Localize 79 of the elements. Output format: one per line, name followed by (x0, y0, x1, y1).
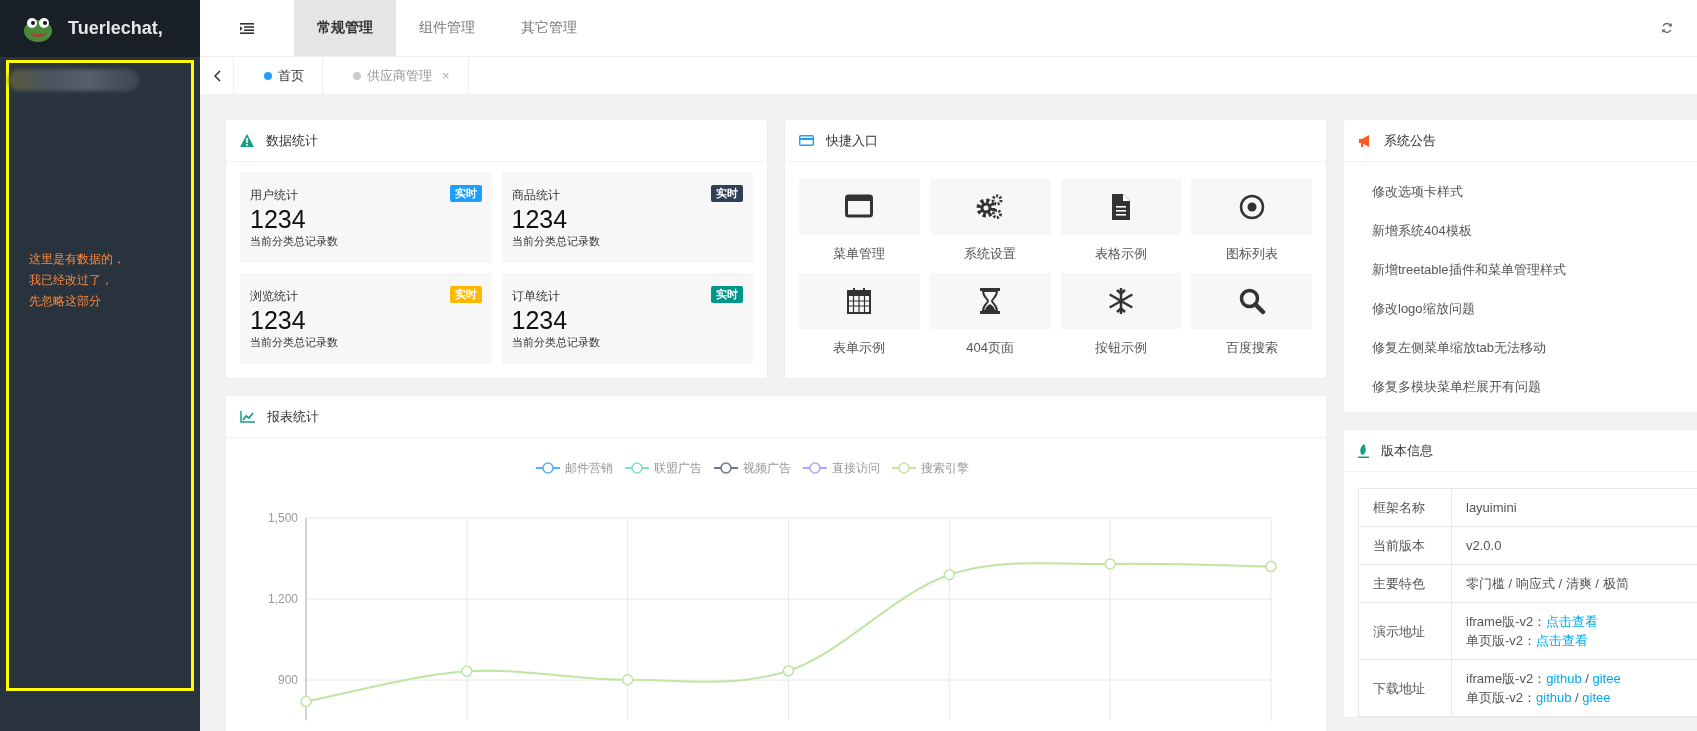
menu-icon[interactable] (240, 22, 254, 34)
notice-item[interactable]: 修改logo缩放问题 (1372, 299, 1697, 318)
realtime-badge: 实时 (449, 286, 482, 303)
data-point (943, 568, 956, 581)
data-point (1104, 558, 1116, 570)
data-point (1265, 560, 1277, 573)
cell-text: 单页版-v2： (1466, 633, 1537, 648)
stat-caption: 当前分类总记录数 (511, 234, 600, 249)
data-point (782, 665, 795, 677)
megaphone-icon (1358, 134, 1372, 147)
status-dot (264, 71, 272, 80)
table-cell: 下载地址 (1358, 659, 1452, 717)
table-cell: 当前版本 (1358, 526, 1452, 565)
card-title: 数据统计 (266, 131, 318, 150)
sidebar-note: 这里是有数据的， (29, 251, 126, 268)
snowflake-icon (1106, 287, 1135, 315)
axis-label: 1,500 (267, 511, 298, 525)
realtime-badge: 实时 (711, 286, 743, 303)
realtime-badge: 实时 (711, 185, 743, 202)
stat-value: 1234 (511, 204, 568, 234)
notice-item[interactable]: 修复左侧菜单缩放tab无法移动 (1372, 338, 1697, 357)
stat-caption: 当前分类总记录数 (250, 234, 338, 249)
refresh-icon[interactable] (1661, 22, 1673, 34)
warning-icon (240, 134, 254, 147)
cell-text: iframe版-v2： (1466, 614, 1547, 629)
sidebar-note: 我已经改过了， (29, 272, 114, 289)
card-title: 快捷入口 (826, 131, 878, 150)
stat-value: 1234 (511, 305, 568, 335)
line-chart-icon (240, 410, 255, 423)
stat-label: 商品统计 (511, 187, 560, 204)
legend-label: 搜索引擎 (921, 461, 969, 475)
cell-text: 零门槛 / 响应式 / 清爽 / 极简 (1466, 576, 1629, 591)
legend-label: 邮件营销 (565, 461, 613, 475)
table-cell: 框架名称 (1358, 488, 1452, 527)
legend-label: 联盟广告 (654, 461, 702, 475)
logo-text: Tuerlechat, (68, 18, 163, 39)
card-title: 版本信息 (1381, 441, 1433, 460)
stat-caption: 当前分类总记录数 (511, 335, 600, 350)
sidebar-note: 先忽略这部分 (29, 293, 102, 310)
menu-tab[interactable]: 其它管理 (498, 0, 600, 56)
stat-value: 1234 (250, 204, 306, 234)
data-point (621, 674, 634, 686)
stat-caption: 当前分类总记录数 (250, 335, 338, 350)
notice-item[interactable]: 修改选项卡样式 (1372, 182, 1697, 201)
cell-text: 单页版-v2： (1466, 690, 1537, 705)
window-icon (845, 193, 874, 221)
realtime-badge: 实时 (449, 185, 482, 202)
stat-value: 1234 (250, 305, 306, 335)
calendar-icon (845, 287, 874, 315)
target-icon (1237, 193, 1266, 221)
search-icon (1237, 287, 1266, 315)
cell-text: / (1584, 671, 1590, 686)
cell-text: v2.0.0 (1466, 538, 1502, 553)
data-point (461, 665, 473, 678)
card-title: 报表统计 (267, 407, 319, 426)
notice-item[interactable]: 新增treetable插件和菜单管理样式 (1372, 260, 1697, 279)
gears-icon (976, 193, 1005, 221)
stat-label: 订单统计 (511, 288, 560, 305)
notice-item[interactable]: 新增系统404模板 (1372, 221, 1697, 240)
menu-tab[interactable]: 组件管理 (396, 0, 498, 56)
table-cell: 主要特色 (1358, 564, 1452, 603)
page-tab[interactable]: 首页 (234, 57, 323, 94)
axis-label: 900 (277, 673, 298, 687)
axis-label: 1,200 (267, 592, 298, 606)
credit-card-icon (799, 135, 814, 146)
stat-label: 浏览统计 (250, 288, 298, 305)
cell-text: layuimini (1466, 500, 1517, 515)
notice-item[interactable]: 修复多模块菜单栏展开有问题 (1372, 377, 1697, 396)
menu-tab[interactable]: 常规管理 (294, 0, 396, 56)
data-point (300, 695, 312, 708)
legend-label: 直接访问 (832, 461, 880, 475)
card-title: 系统公告 (1384, 131, 1436, 150)
cell-text: iframe版-v2： (1466, 671, 1547, 686)
table-cell: 演示地址 (1358, 602, 1452, 660)
stat-label: 用户统计 (250, 187, 298, 204)
legend-label: 视频广告 (743, 461, 791, 475)
status-dot (353, 71, 361, 80)
cell-text: / (1574, 690, 1580, 705)
leaf-icon (1358, 443, 1369, 458)
